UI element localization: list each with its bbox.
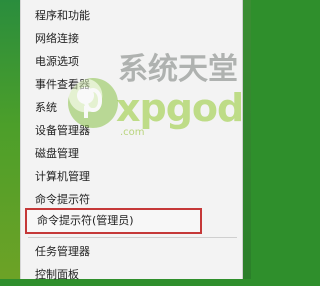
menu-item-network-connections[interactable]: 网络连接 [22, 27, 243, 50]
menu-item-task-manager[interactable]: 任务管理器 [22, 240, 243, 263]
menu-item-event-viewer[interactable]: 事件查看器 [22, 73, 243, 96]
menu-item-programs-and-features[interactable]: 程序和功能 [22, 4, 243, 27]
menu-item-disk-management[interactable]: 磁盘管理 [22, 142, 243, 165]
menu-item-power-options[interactable]: 电源选项 [22, 50, 243, 73]
desktop-background-right [243, 0, 251, 279]
menu-item-system[interactable]: 系统 [22, 96, 243, 119]
power-user-context-menu: 程序和功能 网络连接 电源选项 事件查看器 系统 设备管理器 磁盘管理 计算机管… [20, 0, 243, 281]
menu-item-device-manager[interactable]: 设备管理器 [22, 119, 243, 142]
menu-separator [28, 237, 237, 238]
menu-item-control-panel[interactable]: 控制面板 [22, 263, 243, 286]
desktop-background-left [0, 0, 20, 279]
menu-item-computer-management[interactable]: 计算机管理 [22, 165, 243, 188]
menu-item-command-prompt-admin[interactable]: 命令提示符(管理员) [25, 208, 202, 234]
